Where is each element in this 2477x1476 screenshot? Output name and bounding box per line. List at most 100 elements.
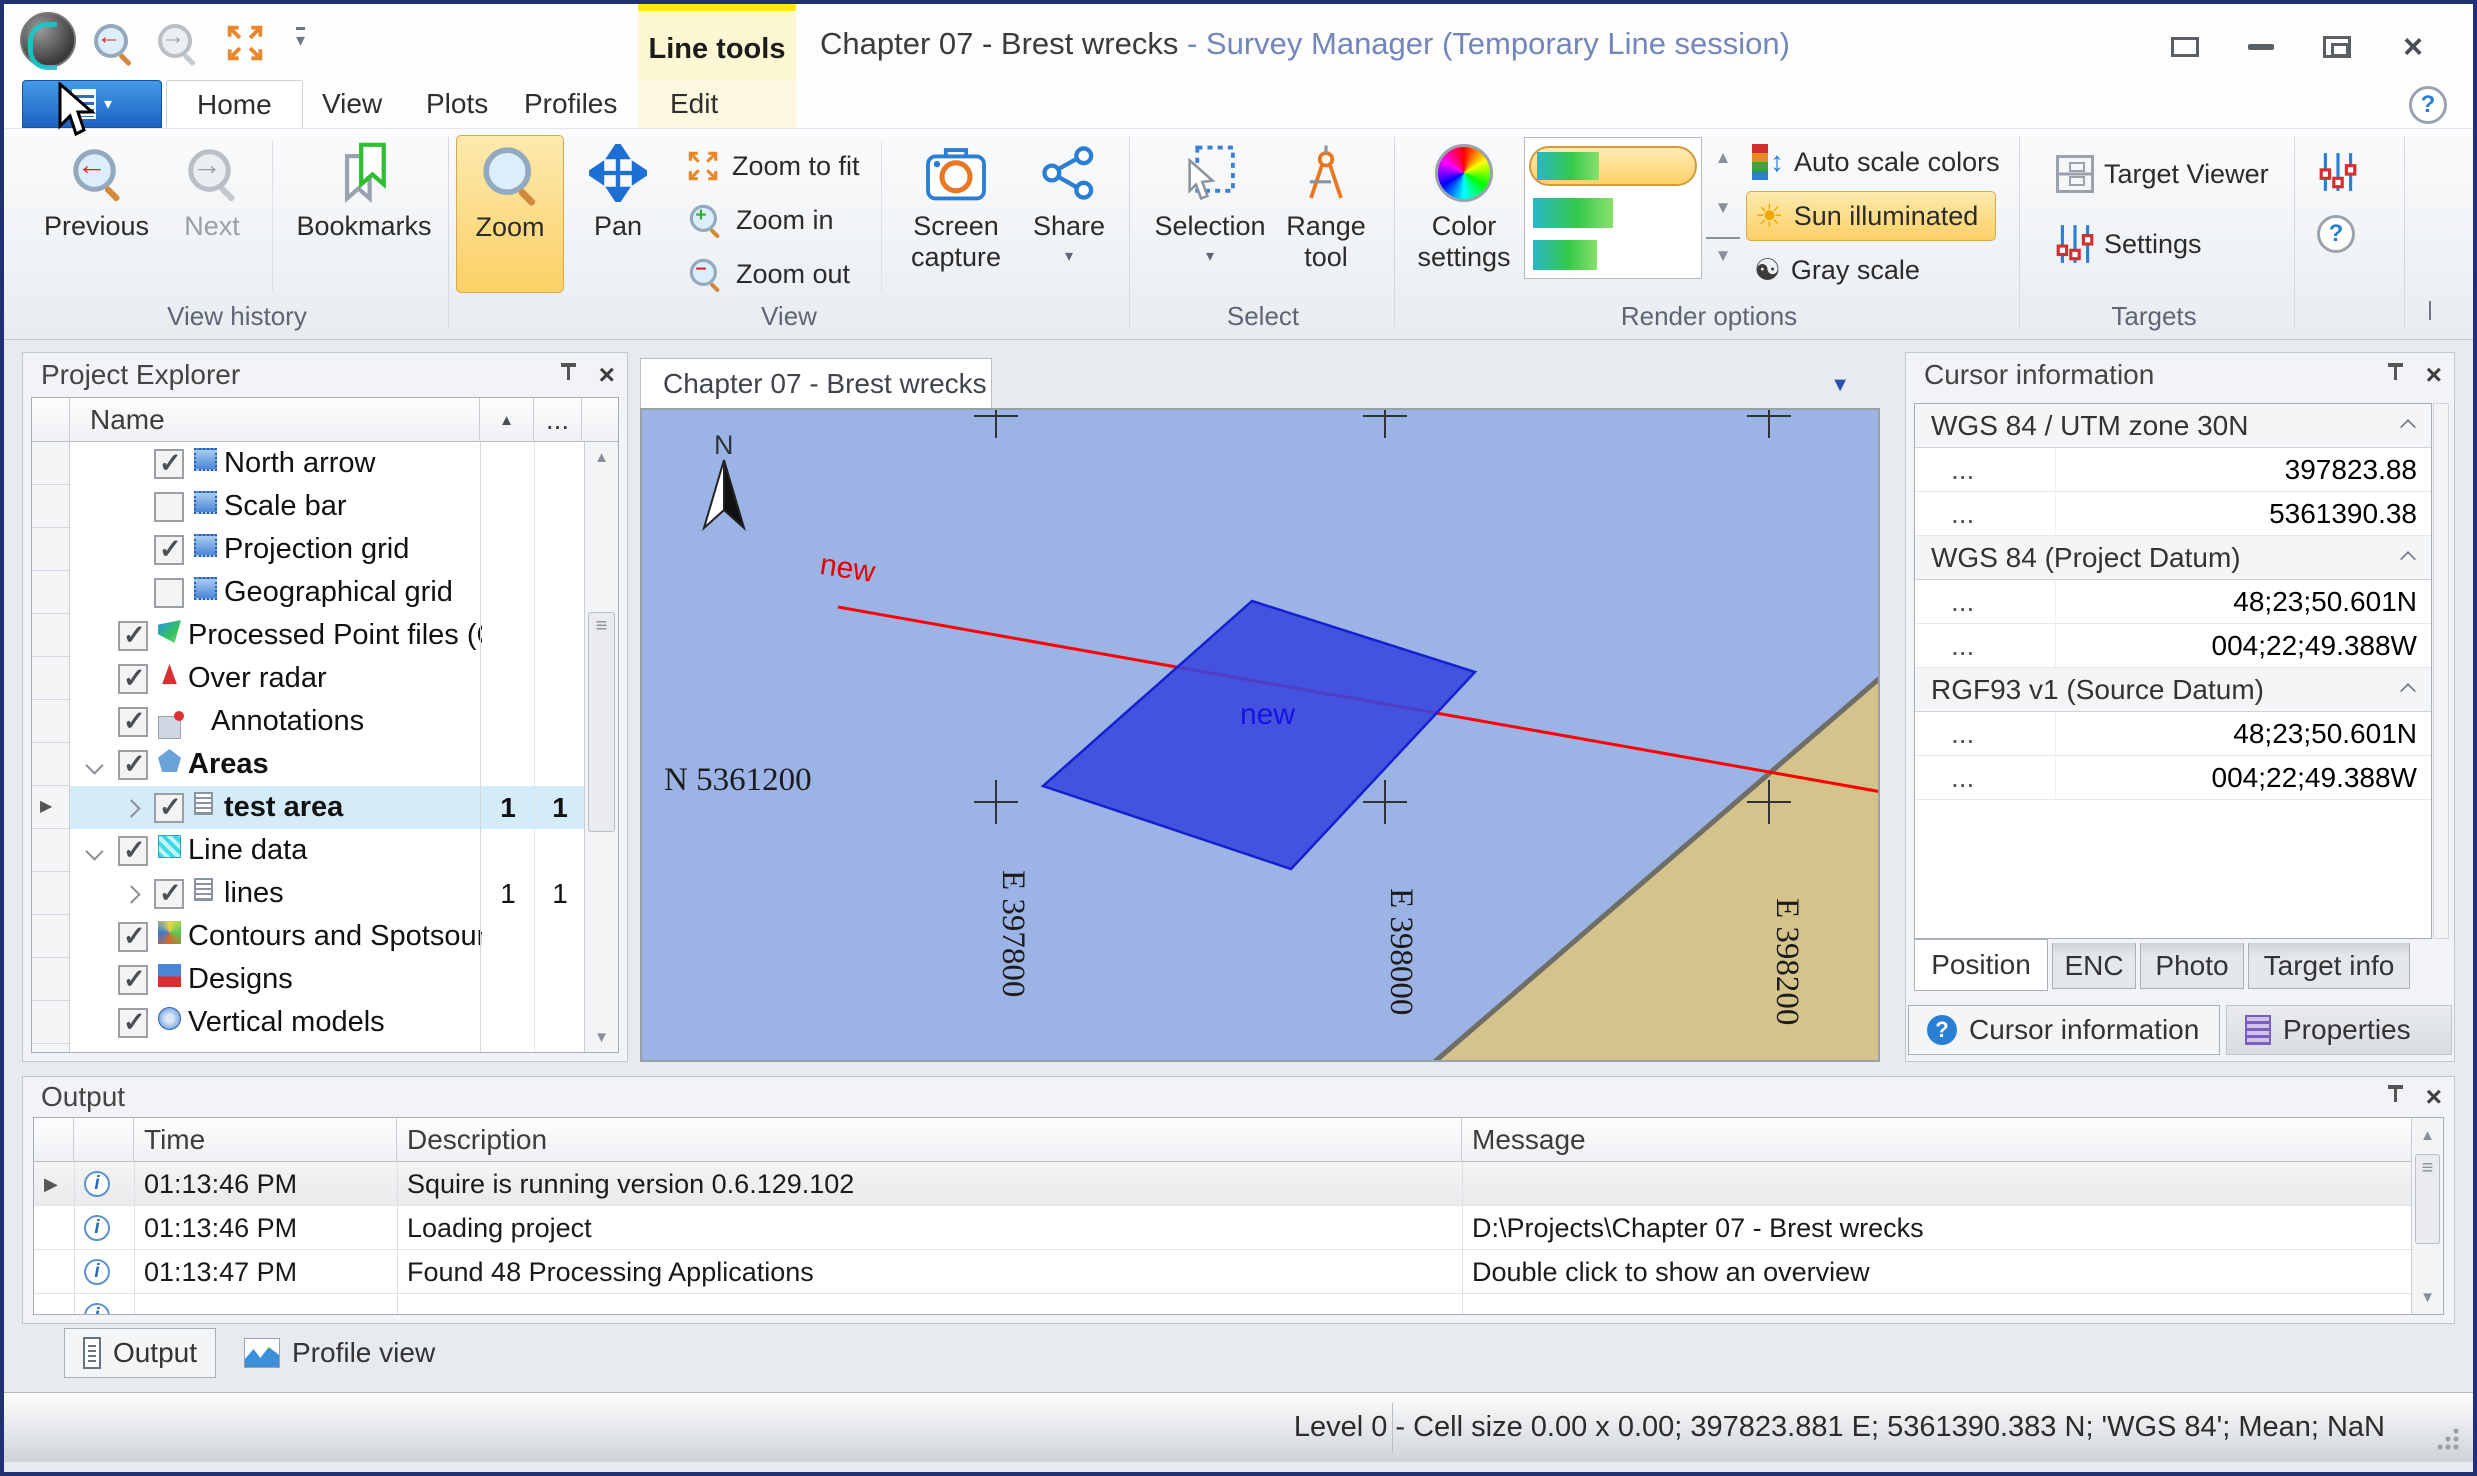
survey-area-polygon[interactable] xyxy=(1043,601,1475,869)
column-header-name[interactable]: Name xyxy=(70,398,480,442)
pin-icon[interactable] xyxy=(2384,363,2406,387)
checkbox-checked[interactable] xyxy=(118,1008,148,1038)
collapse-icon[interactable] xyxy=(2400,683,2416,699)
tree-item-over-radar[interactable]: Over radar xyxy=(70,657,584,700)
sun-illuminated-button[interactable]: ☀ Sun illuminated xyxy=(1746,191,1996,241)
section-header-project-datum[interactable]: WGS 84 (Project Datum) xyxy=(1915,536,2431,580)
targets-settings-button[interactable]: Settings xyxy=(2056,221,2202,267)
resize-grip[interactable] xyxy=(2437,1428,2459,1450)
bookmarks-button[interactable]: Bookmarks xyxy=(288,135,440,293)
column-header-time[interactable]: Time xyxy=(134,1118,397,1162)
close-panel-icon[interactable]: × xyxy=(2426,363,2442,387)
range-tool-button[interactable]: Range tool xyxy=(1276,135,1376,293)
color-scale-list[interactable] xyxy=(1524,137,1702,279)
pin-icon[interactable] xyxy=(557,363,579,387)
output-row-clipped[interactable] xyxy=(34,1294,2411,1315)
checkbox-unchecked[interactable] xyxy=(154,492,184,522)
auto-scale-colors-button[interactable]: ↕ Auto scale colors xyxy=(1752,139,2000,185)
target-viewer-button[interactable]: Target Viewer xyxy=(2056,151,2269,197)
checkbox-checked[interactable] xyxy=(118,836,148,866)
checkbox-checked[interactable] xyxy=(118,922,148,952)
restore-button[interactable] xyxy=(2317,30,2357,64)
close-panel-icon[interactable]: × xyxy=(599,363,615,387)
close-button[interactable]: × xyxy=(2393,30,2433,64)
qat-zoom-to-fit-button[interactable] xyxy=(222,20,268,66)
scale-scroll-up-button[interactable]: ▲ xyxy=(1706,137,1740,179)
view-settings-button[interactable] xyxy=(2319,151,2357,198)
scroll-down-icon[interactable]: ▼ xyxy=(585,1022,618,1052)
checkbox-checked[interactable] xyxy=(118,965,148,995)
fullscreen-button[interactable] xyxy=(2165,30,2205,64)
tab-profiles[interactable]: Profiles xyxy=(494,80,647,128)
tab-profile-view[interactable]: Profile view xyxy=(226,1328,462,1378)
tree-item-lines[interactable]: lines11 xyxy=(70,872,584,915)
map-view[interactable]: N N 5361200 E 397800 E 398000 E 398200 n… xyxy=(640,408,1880,1062)
zoom-to-fit-button[interactable]: Zoom to fit xyxy=(684,143,860,189)
column-header-more[interactable]: ... xyxy=(534,398,582,442)
ribbon-help-button[interactable]: ? xyxy=(2317,215,2355,253)
scroll-down-icon[interactable]: ▼ xyxy=(2412,1282,2443,1312)
tab-cursor-information[interactable]: ?Cursor information xyxy=(1908,1005,2220,1055)
checkbox-checked[interactable] xyxy=(118,621,148,651)
tree-item-geographical-grid[interactable]: Geographical grid xyxy=(70,571,584,614)
previous-button[interactable]: ← Previous xyxy=(34,135,159,293)
tab-view[interactable]: View xyxy=(292,80,412,128)
output-row[interactable]: 01:13:47 PM Found 48 Processing Applicat… xyxy=(34,1250,2411,1294)
collapse-icon[interactable] xyxy=(2400,419,2416,435)
selection-button[interactable]: Selection ▾ xyxy=(1154,135,1266,293)
collapse-ribbon-button[interactable] xyxy=(2429,301,2431,319)
checkbox-checked[interactable] xyxy=(118,707,148,737)
qat-previous-view-button[interactable]: ← xyxy=(92,22,138,68)
checkbox-checked[interactable] xyxy=(154,879,184,909)
checkbox-checked[interactable] xyxy=(154,449,184,479)
tree-item-annotations[interactable]: Annotations xyxy=(70,700,584,743)
tree-item-north-arrow[interactable]: North arrow xyxy=(70,442,584,485)
tree-item-scale-bar[interactable]: Scale bar xyxy=(70,485,584,528)
app-logo-icon[interactable] xyxy=(20,12,76,68)
qat-next-view-button[interactable]: → xyxy=(156,22,202,68)
color-scale-item-selected[interactable] xyxy=(1529,146,1697,186)
tab-position[interactable]: Position xyxy=(1914,939,2048,991)
column-header-sort[interactable] xyxy=(480,398,534,442)
tab-home[interactable]: Home xyxy=(166,80,303,128)
qat-customize-button[interactable]: ▾ xyxy=(296,32,342,78)
tab-target-info[interactable]: Target info xyxy=(2248,943,2410,989)
minimize-button[interactable] xyxy=(2241,30,2281,64)
scale-scroll-down-button[interactable]: ▼ xyxy=(1706,187,1740,229)
tab-enc[interactable]: ENC xyxy=(2052,943,2136,989)
output-row-selected[interactable]: ▶ 01:13:46 PM Squire is running version … xyxy=(34,1162,2411,1206)
tree-item-projection-grid[interactable]: Projection grid xyxy=(70,528,584,571)
scale-more-button[interactable]: ▼ xyxy=(1706,237,1740,273)
tree-item-designs[interactable]: Designs xyxy=(70,958,584,1001)
tree-item-processed-point-files[interactable]: Processed Point files (QI xyxy=(70,614,584,657)
map-tab-active[interactable]: Chapter 07 - Brest wrecks xyxy=(640,358,992,408)
checkbox-checked[interactable] xyxy=(118,664,148,694)
color-scale-item[interactable] xyxy=(1533,240,1597,270)
checkbox-unchecked[interactable] xyxy=(154,578,184,608)
column-header-message[interactable]: Message xyxy=(1462,1118,2412,1162)
color-settings-button[interactable]: Color settings xyxy=(1412,135,1516,293)
tree-item-vertical-models[interactable]: Vertical models xyxy=(70,1001,584,1044)
help-button[interactable]: ? xyxy=(2409,86,2447,124)
scroll-up-icon[interactable]: ▲ xyxy=(2412,1120,2443,1150)
checkbox-checked[interactable] xyxy=(154,535,184,565)
tab-properties[interactable]: Properties xyxy=(2226,1005,2452,1055)
zoom-in-button[interactable]: + Zoom in xyxy=(684,197,834,243)
screen-capture-button[interactable]: Screen capture xyxy=(896,135,1016,293)
gray-scale-button[interactable]: ☯ Gray scale xyxy=(1754,247,1920,293)
close-panel-icon[interactable]: × xyxy=(2426,1085,2442,1109)
zoom-button[interactable]: Zoom xyxy=(456,135,564,293)
tab-output[interactable]: Output xyxy=(64,1328,216,1378)
next-button[interactable]: → Next xyxy=(164,135,260,293)
zoom-out-button[interactable]: − Zoom out xyxy=(684,251,850,297)
tab-photo[interactable]: Photo xyxy=(2140,943,2244,989)
tree-item-areas[interactable]: Areas xyxy=(70,743,584,786)
tree-item-contours[interactable]: Contours and Spotsounds xyxy=(70,915,584,958)
share-button[interactable]: Share ▾ xyxy=(1024,135,1114,293)
output-scrollbar[interactable]: ▲ ▼ xyxy=(2411,1118,2443,1314)
checkbox-checked[interactable] xyxy=(154,793,184,823)
scroll-up-icon[interactable]: ▲ xyxy=(585,442,618,472)
column-header-description[interactable]: Description xyxy=(397,1118,1462,1162)
color-scale-item[interactable] xyxy=(1533,198,1613,228)
collapse-icon[interactable] xyxy=(2400,551,2416,567)
